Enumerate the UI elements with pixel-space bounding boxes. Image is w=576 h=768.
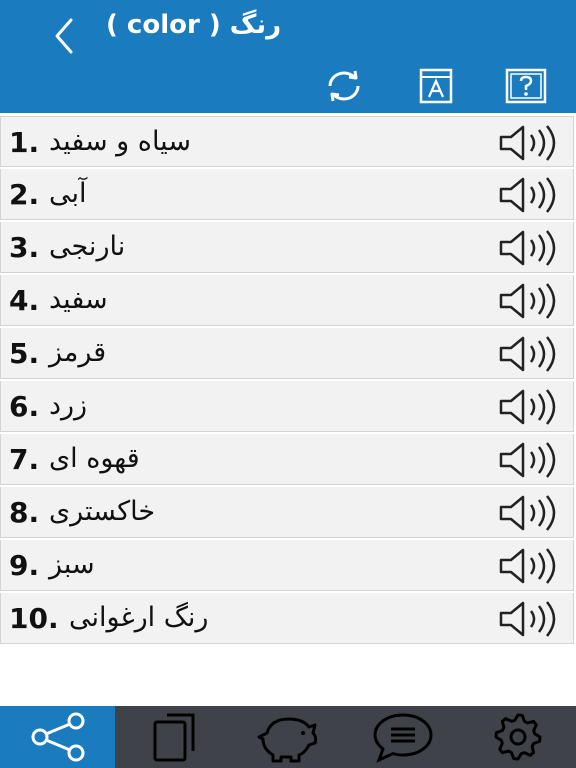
speaker-icon: [499, 389, 556, 425]
speaker-icon: [499, 442, 556, 478]
list-item[interactable]: 9. سبز: [0, 540, 574, 591]
item-number: 4.: [9, 284, 40, 317]
list-item[interactable]: 5. قرمز: [0, 328, 574, 379]
play-audio-button[interactable]: [497, 493, 569, 533]
item-number: 10.: [9, 602, 59, 635]
share-tab[interactable]: [0, 706, 115, 768]
dictionary-button[interactable]: [414, 68, 458, 104]
chat-icon: [372, 713, 433, 763]
item-number: 5.: [9, 337, 40, 370]
dictionary-icon: [419, 68, 453, 104]
item-number: 2.: [9, 178, 40, 211]
chevron-left-icon: [55, 18, 73, 54]
refresh-button[interactable]: [322, 68, 366, 104]
speaker-icon: [499, 336, 556, 372]
settings-tab[interactable]: [460, 706, 575, 768]
play-audio-button[interactable]: [497, 599, 569, 639]
item-number: 9.: [9, 549, 40, 582]
item-number: 6.: [9, 390, 40, 423]
item-word: رنگ ارغوانی: [69, 602, 209, 633]
play-audio-button[interactable]: [497, 123, 569, 163]
copy-icon: [153, 713, 194, 762]
speaker-icon: [499, 177, 556, 213]
speaker-icon: [499, 495, 556, 531]
item-word: خاکستری: [49, 496, 156, 527]
share-icon: [31, 712, 84, 762]
speaker-icon: [499, 125, 556, 161]
bottom-tab-bar: [0, 706, 576, 768]
help-button[interactable]: [504, 68, 548, 104]
item-word: نارنجی: [49, 231, 126, 262]
list-item[interactable]: 4. سفید: [0, 275, 574, 326]
speaker-icon: [499, 548, 556, 584]
speaker-icon: [499, 230, 556, 266]
play-audio-button[interactable]: [497, 334, 569, 374]
item-word: سبز: [49, 549, 95, 580]
chat-tab[interactable]: [345, 706, 460, 768]
piggy-bank-tab[interactable]: [230, 706, 345, 768]
back-button[interactable]: [44, 16, 84, 56]
help-icon: [505, 68, 547, 104]
list-item[interactable]: 6. زرد: [0, 381, 574, 432]
piggy-bank-icon: [257, 717, 317, 763]
settings-icon: [494, 713, 541, 761]
list-item[interactable]: 1. سیاه و سفید: [0, 116, 574, 167]
play-audio-button[interactable]: [497, 387, 569, 427]
play-audio-button[interactable]: [497, 175, 569, 215]
item-word: قهوه ای: [49, 443, 140, 474]
header-bar: ( color ) رنگ: [0, 0, 576, 113]
copy-tab[interactable]: [115, 706, 230, 768]
item-word: قرمز: [49, 337, 107, 368]
list-item[interactable]: 2. آبی: [0, 169, 574, 220]
item-word: زرد: [49, 390, 88, 421]
speaker-icon: [499, 601, 556, 637]
speaker-icon: [499, 283, 556, 319]
list-item[interactable]: 7. قهوه ای: [0, 434, 574, 485]
item-word: آبی: [49, 178, 87, 209]
item-word: سیاه و سفید: [49, 126, 191, 157]
item-number: 7.: [9, 443, 40, 476]
list-item[interactable]: 8. خاکستری: [0, 487, 574, 538]
play-audio-button[interactable]: [497, 228, 569, 268]
list-item[interactable]: 3. نارنجی: [0, 222, 574, 273]
item-number: 1.: [9, 126, 40, 159]
play-audio-button[interactable]: [497, 546, 569, 586]
play-audio-button[interactable]: [497, 281, 569, 321]
item-word: سفید: [49, 284, 108, 315]
page-title: ( color ) رنگ: [106, 10, 282, 40]
play-audio-button[interactable]: [497, 440, 569, 480]
word-list: 1. سیاه و سفید 2. آبی 3. نارنجی 4. سفید 5. قرمز 6.…: [0, 116, 576, 646]
item-number: 8.: [9, 496, 40, 529]
item-number: 3.: [9, 231, 40, 264]
list-item[interactable]: 10. رنگ ارغوانی: [0, 593, 574, 644]
refresh-icon: [328, 70, 360, 102]
